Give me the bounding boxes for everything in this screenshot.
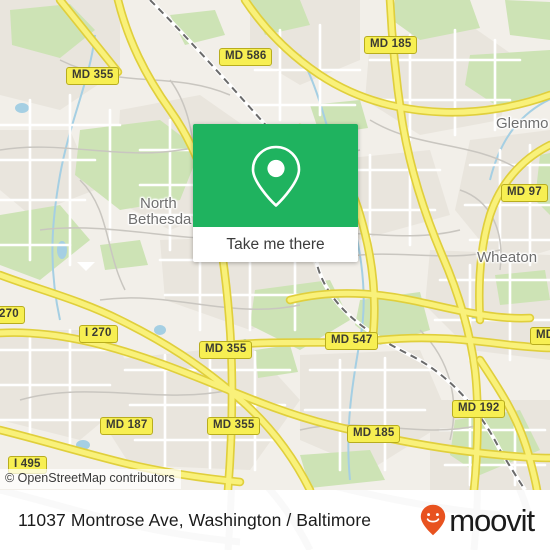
road-shield: 270 (0, 306, 25, 324)
place-label: Wheaton (477, 249, 538, 266)
place-label: North (140, 195, 177, 212)
footer-bar: 11037 Montrose Ave, Washington / Baltimo… (0, 490, 550, 550)
popup-footer[interactable]: Take me there (193, 227, 358, 262)
road-shield: MD (530, 327, 550, 345)
moovit-brand: moovit (420, 502, 535, 538)
road-shield: MD 185 (347, 425, 401, 443)
place-label: Glenmo (496, 115, 549, 132)
road-shield: MD 355 (199, 341, 253, 359)
map-viewport[interactable]: MD 355 MD 586 MD 185 MD 97 270 I 270 MD … (0, 0, 550, 490)
popup-header (193, 124, 358, 227)
osm-attribution[interactable]: © OpenStreetMap contributors (0, 469, 181, 489)
moovit-wordmark: moovit (449, 502, 535, 538)
road-shield: MD 355 (207, 417, 261, 435)
road-shield: MD 187 (100, 417, 154, 435)
map-pin-icon (193, 124, 358, 227)
road-shield: MD 547 (325, 332, 379, 350)
moovit-pin-smiley-icon (420, 504, 446, 536)
popup-tail (77, 262, 95, 271)
location-popup[interactable]: Take me there (193, 124, 358, 262)
moovit-map-screen: MD 355 MD 586 MD 185 MD 97 270 I 270 MD … (0, 0, 550, 550)
road-shield: MD 355 (66, 67, 120, 85)
road-shield: I 270 (79, 325, 118, 343)
road-shield: MD 192 (452, 400, 506, 418)
footer-row: 11037 Montrose Ave, Washington / Baltimo… (0, 490, 550, 550)
take-me-there-label: Take me there (226, 235, 325, 253)
road-shield: MD 97 (501, 184, 548, 202)
road-shield: MD 586 (219, 48, 273, 66)
place-label: Bethesda (128, 211, 192, 228)
road-shield: MD 185 (364, 36, 418, 54)
address-label: 11037 Montrose Ave, Washington / Baltimo… (18, 509, 372, 530)
